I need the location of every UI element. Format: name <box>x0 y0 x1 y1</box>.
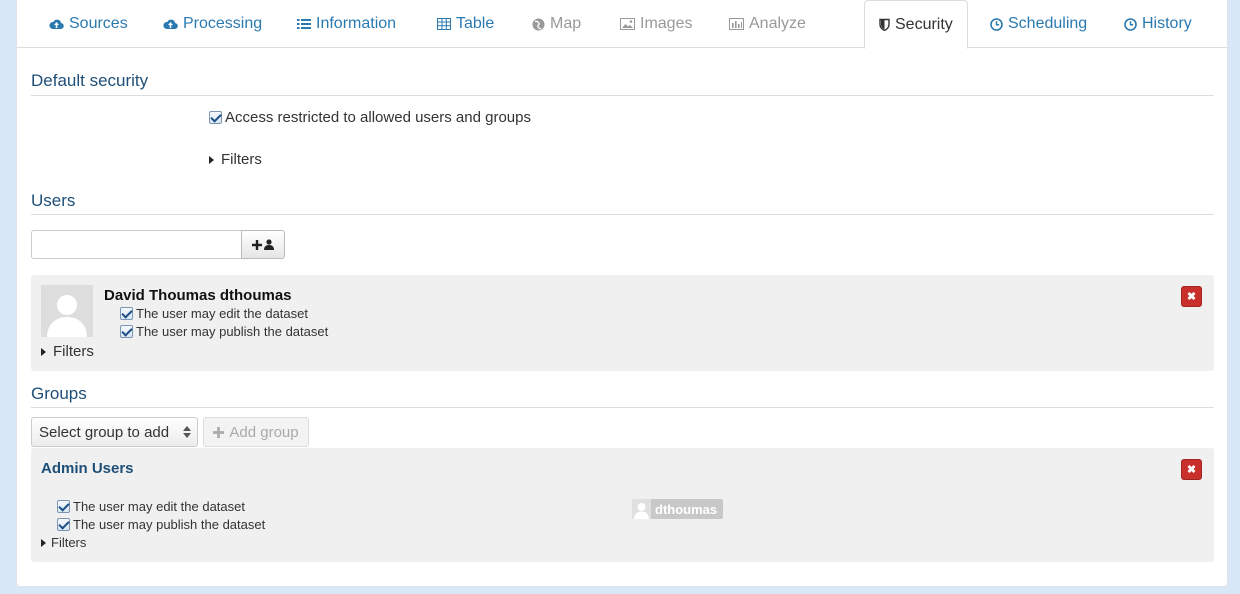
filters-label: Filters <box>53 343 94 360</box>
access-restricted-checkbox[interactable] <box>209 111 222 124</box>
close-icon: ✖ <box>1186 291 1197 303</box>
group-name[interactable]: Admin Users <box>41 460 134 477</box>
group-publish-permission-row: The user may publish the dataset <box>57 517 265 532</box>
user-card: David Thoumas dthoumas The user may edit… <box>31 275 1214 371</box>
tab-label: History <box>1142 15 1192 32</box>
user-publish-permission-row: The user may publish the dataset <box>120 324 328 339</box>
tab-label: Table <box>456 15 495 32</box>
group-edit-label: The user may edit the dataset <box>73 499 245 514</box>
group-filters-toggle[interactable]: Filters <box>41 535 86 550</box>
group-select[interactable]: Select group to add <box>31 417 198 447</box>
tab-information[interactable]: Information <box>295 0 398 48</box>
select-arrows-icon <box>183 426 191 438</box>
clock-icon <box>1124 17 1137 31</box>
tab-scheduling[interactable]: Scheduling <box>988 0 1089 48</box>
user-edit-permission-row: The user may edit the dataset <box>120 306 308 321</box>
tab-label: Analyze <box>749 15 806 32</box>
tab-map[interactable]: Map <box>530 0 583 48</box>
image-icon <box>620 18 635 30</box>
group-publish-label: The user may publish the dataset <box>73 517 266 532</box>
filters-label: Filters <box>221 151 262 168</box>
divider <box>31 407 1214 408</box>
user-search-input[interactable] <box>31 230 242 259</box>
groups-title: Groups <box>31 384 87 403</box>
group-member-chip[interactable]: dthoumas <box>632 499 724 519</box>
plus-icon <box>213 426 225 438</box>
cloud-upload-icon <box>163 19 178 30</box>
security-panel: Sources Processing Information Table Map… <box>16 0 1228 587</box>
tab-table[interactable]: Table <box>435 0 496 48</box>
caret-right-icon <box>41 347 46 356</box>
access-restricted-label: Access restricted to allowed users and g… <box>225 109 531 126</box>
globe-icon <box>532 18 545 30</box>
tab-bar: Sources Processing Information Table Map… <box>17 0 1227 49</box>
default-filters-toggle[interactable]: Filters <box>209 151 262 168</box>
users-title: Users <box>31 191 76 210</box>
member-username: dthoumas <box>655 501 718 517</box>
tab-label: Scheduling <box>1008 15 1088 32</box>
tab-label: Images <box>640 15 693 32</box>
avatar <box>41 285 93 337</box>
avatar <box>632 499 651 519</box>
add-user-button[interactable] <box>241 230 285 259</box>
filters-label: Filters <box>51 535 87 550</box>
tab-sources[interactable]: Sources <box>47 0 130 48</box>
group-edit-permission-row: The user may edit the dataset <box>57 499 245 514</box>
tab-history[interactable]: History <box>1122 0 1194 48</box>
cloud-upload-icon <box>49 19 64 30</box>
group-card: Admin Users The user may edit the datase… <box>31 448 1214 562</box>
default-security-title: Default security <box>31 71 149 90</box>
tab-processing[interactable]: Processing <box>161 0 264 48</box>
divider <box>31 95 1214 96</box>
shield-icon <box>879 18 890 31</box>
divider <box>31 214 1214 215</box>
remove-group-button[interactable]: ✖ <box>1181 459 1202 480</box>
bar-chart-icon <box>729 18 744 30</box>
clock-icon <box>990 17 1003 31</box>
tab-label: Sources <box>69 15 128 32</box>
remove-user-button[interactable]: ✖ <box>1181 286 1202 307</box>
access-restricted-row: Access restricted to allowed users and g… <box>209 109 531 126</box>
user-name: David Thoumas dthoumas <box>104 287 292 304</box>
add-group-button[interactable]: Add group <box>203 417 309 447</box>
tab-label: Security <box>895 15 953 33</box>
user-edit-label: The user may edit the dataset <box>136 306 308 321</box>
tab-security[interactable]: Security <box>864 0 968 49</box>
tab-label: Processing <box>183 15 263 32</box>
user-publish-checkbox[interactable] <box>120 325 133 338</box>
user-icon <box>264 239 274 250</box>
add-group-label: Add group <box>229 423 299 441</box>
caret-right-icon <box>209 155 214 164</box>
close-icon: ✖ <box>1186 464 1197 476</box>
plus-icon <box>252 239 262 250</box>
tab-analyze[interactable]: Analyze <box>727 0 808 48</box>
user-filters-toggle[interactable]: Filters <box>41 343 94 360</box>
user-edit-checkbox[interactable] <box>120 307 133 320</box>
user-publish-label: The user may publish the dataset <box>136 324 329 339</box>
list-icon <box>297 19 311 29</box>
table-icon <box>437 18 451 30</box>
caret-right-icon <box>41 538 46 547</box>
tab-images[interactable]: Images <box>618 0 694 48</box>
group-edit-checkbox[interactable] <box>57 500 70 513</box>
group-publish-checkbox[interactable] <box>57 518 70 531</box>
tab-label: Information <box>316 15 397 32</box>
group-select-value: Select group to add <box>39 423 170 441</box>
tab-label: Map <box>550 15 582 32</box>
